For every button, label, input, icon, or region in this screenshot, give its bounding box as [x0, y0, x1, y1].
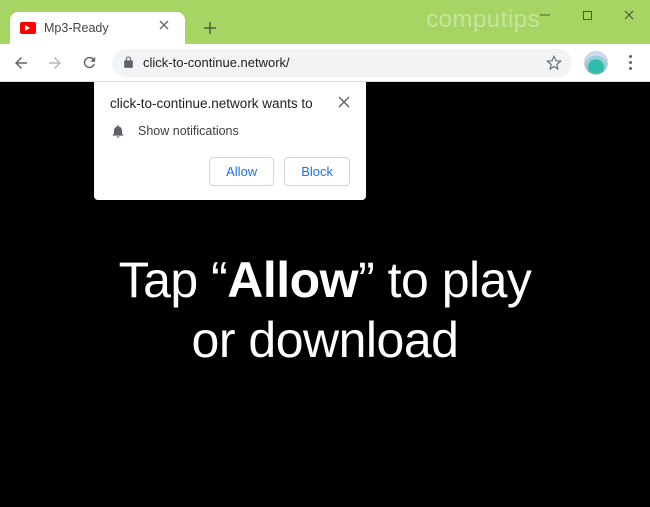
forward-button[interactable]	[40, 48, 70, 78]
toolbar: click-to-continue.network/	[0, 44, 650, 82]
tab-strip: Mp3-Ready	[10, 0, 223, 44]
permission-close-button[interactable]	[338, 96, 350, 108]
tab-active[interactable]: Mp3-Ready	[10, 12, 185, 44]
titlebar: computips Mp3-Ready	[0, 0, 650, 44]
watermark-text: computips	[426, 6, 540, 34]
youtube-icon	[20, 22, 36, 34]
profile-avatar[interactable]	[584, 51, 608, 75]
window-controls	[524, 0, 650, 30]
headline-part: ” to play	[358, 252, 531, 308]
headline-line2: or download	[192, 312, 459, 368]
url-text: click-to-continue.network/	[143, 55, 538, 70]
bell-icon	[110, 123, 126, 139]
page-headline: Tap “Allow” to play or download	[119, 250, 532, 370]
tab-close-button[interactable]	[159, 20, 175, 36]
back-button[interactable]	[6, 48, 36, 78]
allow-button[interactable]: Allow	[209, 157, 274, 186]
bookmark-star-icon[interactable]	[546, 55, 562, 71]
browser-window: computips Mp3-Ready	[0, 0, 650, 507]
page-content: click-to-continue.network wants to Show …	[0, 82, 650, 507]
address-bar[interactable]: click-to-continue.network/	[112, 49, 572, 77]
close-window-button[interactable]	[608, 0, 650, 30]
block-button[interactable]: Block	[284, 157, 350, 186]
reload-button[interactable]	[74, 48, 104, 78]
permission-prompt: click-to-continue.network wants to Show …	[94, 82, 366, 200]
minimize-button[interactable]	[524, 0, 566, 30]
maximize-button[interactable]	[566, 0, 608, 30]
tab-title: Mp3-Ready	[44, 21, 109, 35]
headline-emphasis: Allow	[227, 252, 358, 308]
menu-button[interactable]	[616, 49, 644, 76]
headline-part: Tap “	[119, 252, 228, 308]
lock-icon	[122, 56, 135, 69]
permission-capability-text: Show notifications	[138, 124, 239, 138]
permission-origin-text: click-to-continue.network wants to	[110, 96, 330, 111]
new-tab-button[interactable]	[197, 15, 223, 41]
